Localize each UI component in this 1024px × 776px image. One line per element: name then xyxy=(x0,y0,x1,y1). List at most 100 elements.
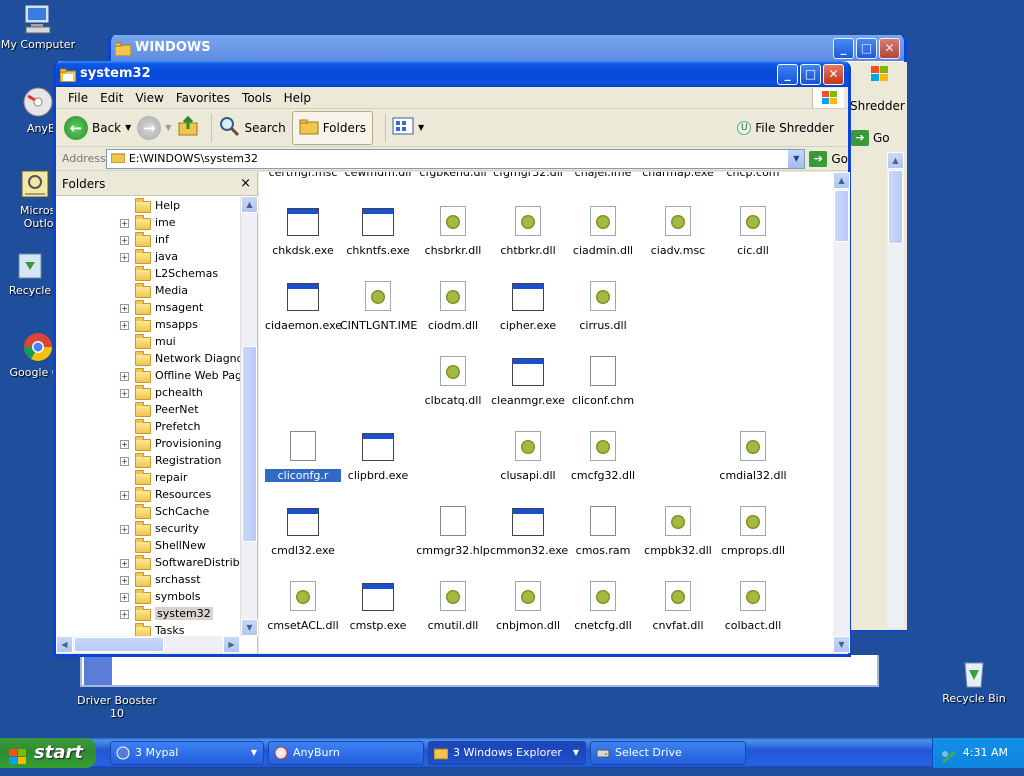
expand-toggle[interactable]: + xyxy=(120,457,129,466)
file-item[interactable]: chcp.com xyxy=(715,172,791,179)
tree-item[interactable]: L2Schemas xyxy=(56,266,240,283)
expand-toggle[interactable]: + xyxy=(120,610,129,619)
search-button[interactable]: Search xyxy=(218,115,286,140)
scroll-up-button[interactable]: ▲ xyxy=(833,172,850,189)
shredder-label[interactable]: Shredder xyxy=(850,99,905,113)
scrollbar[interactable]: ▲ xyxy=(887,152,904,628)
views-button[interactable]: ▼ xyxy=(392,117,424,138)
file-item[interactable]: cmutil.dll xyxy=(415,581,491,632)
file-item[interactable]: cipher.exe xyxy=(490,281,566,332)
close-button[interactable]: ✕ xyxy=(879,38,900,59)
tree-item[interactable]: Network Diagnost xyxy=(56,351,240,368)
tree-item[interactable]: PeerNet xyxy=(56,402,240,419)
file-item[interactable]: cmsetACL.dll xyxy=(265,581,341,632)
file-item[interactable]: cmcfg32.dll xyxy=(565,431,641,482)
menu-favorites[interactable]: Favorites xyxy=(170,91,236,105)
tree-item[interactable]: + Provisioning xyxy=(56,436,240,453)
tree-item[interactable]: + inf xyxy=(56,232,240,249)
file-item[interactable]: cmdial32.dll xyxy=(715,431,791,482)
file-item[interactable]: clbcatq.dll xyxy=(415,356,491,407)
scroll-left-button[interactable]: ◀ xyxy=(56,636,73,653)
expand-toggle[interactable]: + xyxy=(120,389,129,398)
file-item[interactable]: cmmgr32.hlp xyxy=(415,506,491,557)
file-item[interactable]: cliconf.chm xyxy=(565,356,641,407)
file-shredder-button[interactable]: U File Shredder xyxy=(737,120,834,135)
tree-item[interactable]: + java xyxy=(56,249,240,266)
expand-toggle[interactable]: + xyxy=(120,372,129,381)
taskbar-item-windows-explorer[interactable]: 3 Windows Explorer ▼ xyxy=(428,741,586,765)
clock[interactable]: 4:31 AM xyxy=(963,746,1008,759)
folders-button[interactable]: Folders xyxy=(291,110,374,145)
scroll-thumb[interactable] xyxy=(74,637,164,652)
address-input[interactable]: E:\WINDOWS\system32 ▼ xyxy=(105,148,806,169)
desktop-icon-recycle-bin[interactable]: Recycle Bin xyxy=(934,656,1014,705)
folders-scrollbar[interactable]: ▲ ▼ xyxy=(240,196,258,636)
maximize-button[interactable]: □ xyxy=(800,64,821,85)
tree-item[interactable]: repair xyxy=(56,470,240,487)
folders-horizontal-scrollbar[interactable]: ◀ ▶ xyxy=(56,636,240,653)
expand-toggle[interactable]: + xyxy=(120,491,129,500)
windows-title-bar[interactable]: WINDOWS _ □ ✕ xyxy=(111,35,904,61)
close-button[interactable]: ✕ xyxy=(823,64,844,85)
scroll-up-button[interactable]: ▲ xyxy=(887,152,904,169)
minimize-button[interactable]: _ xyxy=(777,64,798,85)
tree-item[interactable]: + Offline Web Page xyxy=(56,368,240,385)
file-item[interactable]: chkdsk.exe xyxy=(265,206,341,257)
address-dropdown-button[interactable]: ▼ xyxy=(788,149,805,168)
forward-button[interactable]: → ▼ xyxy=(137,115,171,140)
expand-toggle[interactable]: + xyxy=(120,219,129,228)
expand-toggle[interactable]: + xyxy=(120,525,129,534)
file-item[interactable]: clipbrd.exe xyxy=(340,431,416,482)
minimize-button[interactable]: _ xyxy=(833,38,854,59)
tree-item[interactable]: + ime xyxy=(56,215,240,232)
file-item[interactable]: ciadmin.dll xyxy=(565,206,641,257)
system32-window[interactable]: system32 _ □ ✕ File Edit View Favorites … xyxy=(53,61,851,657)
expand-toggle[interactable]: + xyxy=(120,576,129,585)
file-item[interactable]: chtbrkr.dll xyxy=(490,206,566,257)
file-item[interactable]: cmmon32.exe xyxy=(490,506,568,557)
tray-app-icon[interactable] xyxy=(941,746,957,776)
close-pane-button[interactable]: × xyxy=(240,172,251,196)
tree-item[interactable]: + Resources xyxy=(56,487,240,504)
tree-item[interactable]: + system32 xyxy=(56,606,240,623)
expand-toggle[interactable]: + xyxy=(120,559,129,568)
tree-item[interactable]: + security xyxy=(56,521,240,538)
expand-toggle[interactable]: + xyxy=(120,236,129,245)
menu-help[interactable]: Help xyxy=(278,91,317,105)
menu-edit[interactable]: Edit xyxy=(94,91,129,105)
go-button[interactable]: ➔ Go xyxy=(851,130,890,146)
file-item[interactable]: chkntfs.exe xyxy=(340,206,416,257)
scroll-thumb[interactable] xyxy=(242,346,257,542)
system32-title-bar[interactable]: system32 _ □ ✕ xyxy=(56,61,848,87)
file-item[interactable]: chsbrkr.dll xyxy=(415,206,491,257)
tree-item[interactable]: ShellNew xyxy=(56,538,240,555)
file-item[interactable]: cnetcfg.dll xyxy=(565,581,641,632)
file-item[interactable]: certmgr.msc xyxy=(265,172,341,179)
file-item[interactable]: charmap.exe xyxy=(640,172,716,179)
expand-toggle[interactable]: + xyxy=(120,440,129,449)
tree-item[interactable]: SchCache xyxy=(56,504,240,521)
expand-toggle[interactable]: + xyxy=(120,593,129,602)
scroll-thumb[interactable] xyxy=(834,190,849,242)
tree-item[interactable]: Tasks xyxy=(56,623,240,636)
scroll-thumb[interactable] xyxy=(888,170,903,244)
file-item[interactable]: cmdl32.exe xyxy=(265,506,341,557)
desktop-icon-my-computer[interactable]: My Computer xyxy=(0,2,78,51)
taskbar-item-anyburn[interactable]: AnyBurn xyxy=(268,741,424,765)
file-item[interactable]: cfgmgr32.dll xyxy=(490,172,566,179)
tree-item[interactable]: + Registration xyxy=(56,453,240,470)
scroll-up-button[interactable]: ▲ xyxy=(241,196,258,213)
file-item[interactable]: ciodm.dll xyxy=(415,281,491,332)
file-item[interactable]: cnbjmon.dll xyxy=(490,581,566,632)
up-folder-button[interactable] xyxy=(177,115,199,140)
tree-item[interactable]: + pchealth xyxy=(56,385,240,402)
tree-item[interactable]: + msapps xyxy=(56,317,240,334)
file-item[interactable]: cewmdm.dll xyxy=(340,172,416,179)
menu-view[interactable]: View xyxy=(129,91,169,105)
file-item[interactable]: cidaemon.exe xyxy=(265,281,342,332)
file-item[interactable]: cmos.ram xyxy=(565,506,641,557)
file-item[interactable]: CINTLGNT.IME xyxy=(340,281,417,332)
back-button[interactable]: ← Back ▼ xyxy=(64,115,131,140)
file-item[interactable]: cmstp.exe xyxy=(340,581,416,632)
menu-file[interactable]: File xyxy=(62,91,94,105)
